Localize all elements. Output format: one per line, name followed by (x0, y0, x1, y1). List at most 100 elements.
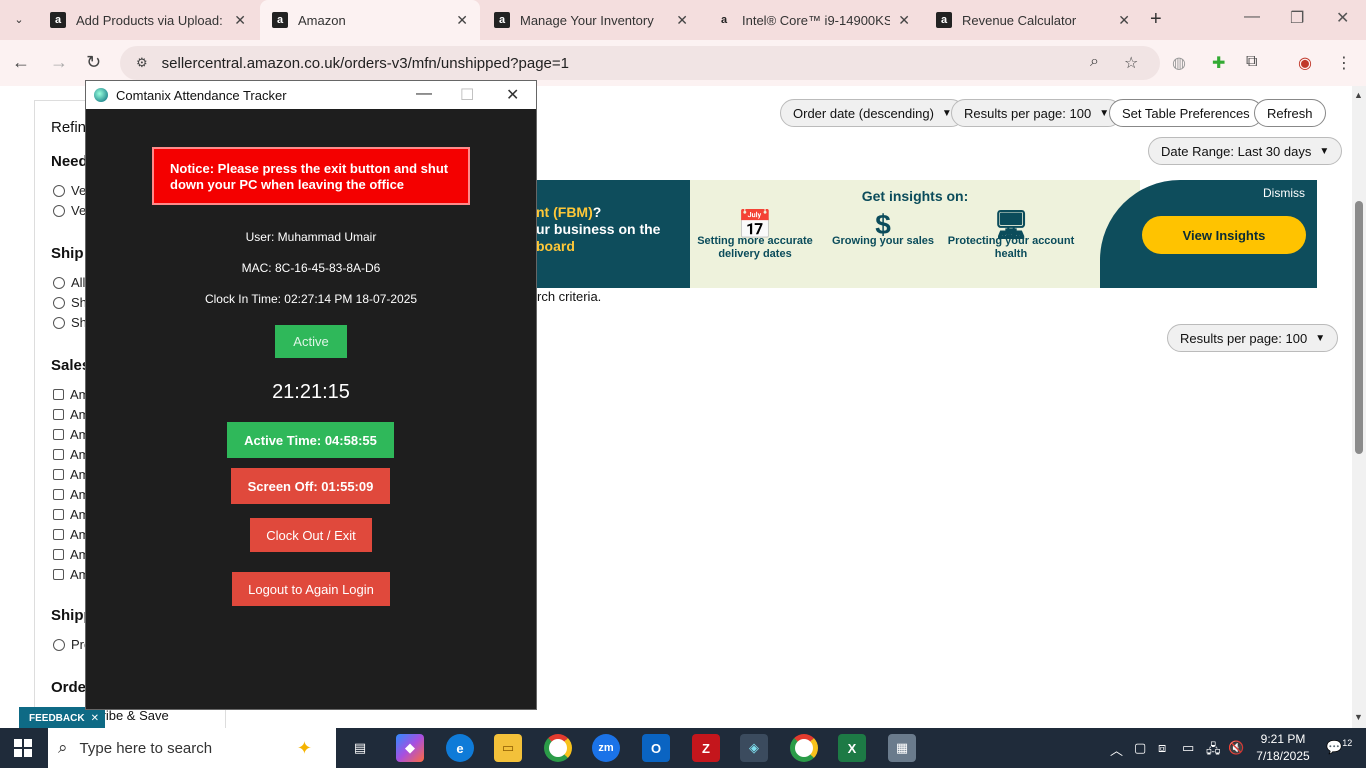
chevron-down-icon: ▼ (1099, 107, 1110, 119)
back-icon[interactable]: ← (12, 52, 30, 73)
insight-item: $ Growing your sales (818, 209, 948, 248)
tab-intel-core[interactable]: a Intel® Core™ i9-14900KS De ✕ (704, 0, 922, 40)
ship-by-option[interactable]: All (53, 275, 85, 290)
bookmark-star-icon[interactable]: ☆ (1124, 53, 1138, 73)
battery-icon[interactable]: ▭ (1182, 740, 1194, 756)
calculator-icon[interactable]: ▦ (888, 734, 916, 762)
taskbar-clock[interactable]: 9:21 PM 7/18/2025 (1248, 731, 1318, 765)
needs-option[interactable]: Ve (53, 183, 86, 198)
amazon-favicon-icon: a (50, 12, 66, 28)
chrome-icon[interactable] (544, 734, 572, 762)
scroll-down-icon[interactable]: ▼ (1354, 712, 1363, 722)
excel-icon[interactable]: X (838, 734, 866, 762)
fbm-question: ? (592, 204, 602, 220)
forward-icon[interactable]: → (50, 52, 68, 73)
task-view-icon[interactable]: ▤ (346, 734, 374, 762)
tab-revenue-calculator[interactable]: a Revenue Calculator ✕ (924, 0, 1142, 40)
exit-notice: Notice: Please press the exit button and… (152, 147, 470, 205)
close-tab-icon[interactable]: ✕ (1118, 12, 1130, 29)
attendance-tracker-window: Comtanix Attendance Tracker — ☐ ✕ Notice… (85, 80, 537, 710)
user-name: User: Muhammad Umair (245, 230, 377, 244)
extension-plus-icon[interactable]: ✚ (1212, 53, 1225, 73)
insights-banner: nt (FBM)? ur business on the board Get i… (530, 180, 1317, 288)
chevron-down-icon: ▼ (1315, 332, 1326, 344)
close-tab-icon[interactable]: ✕ (234, 12, 246, 29)
taskbar-search[interactable]: ⌕ Type here to search ✦ (48, 728, 336, 768)
checkbox-icon (53, 529, 64, 540)
tab-add-products[interactable]: a Add Products via Upload: Cl ✕ (38, 0, 258, 40)
close-tab-icon[interactable]: ✕ (676, 12, 688, 29)
translate-icon[interactable]: ◍ (1172, 53, 1186, 73)
windows-start-icon[interactable] (14, 739, 32, 757)
search-icon: ⌕ (58, 738, 68, 757)
tab-manage-inventory[interactable]: a Manage Your Inventory ✕ (482, 0, 700, 40)
money-hand-icon: $ (875, 209, 891, 240)
view-insights-button[interactable]: View Insights (1142, 216, 1306, 254)
file-explorer-icon[interactable]: ▭ (494, 734, 522, 762)
comtanix-app-icon (94, 88, 108, 102)
sort-dropdown[interactable]: Order date (descending) ▼ (780, 99, 965, 127)
copilot-icon[interactable]: ◆ (396, 734, 424, 762)
close-icon[interactable]: ✕ (91, 713, 99, 724)
url-bar[interactable]: ⚙ sellercentral.amazon.co.uk/orders-v3/m… (120, 46, 1160, 80)
ship-by-option[interactable]: Sh (53, 295, 87, 310)
url-text: sellercentral.amazon.co.uk/orders-v3/mfn… (161, 54, 569, 72)
vertical-scrollbar[interactable]: ▲ ▼ (1352, 86, 1366, 728)
close-window-icon[interactable]: ✕ (1336, 8, 1349, 28)
site-settings-icon[interactable]: ⚙ (136, 55, 148, 71)
extensions-puzzle-icon[interactable]: ⧉ (1246, 53, 1257, 71)
option-label: All (71, 275, 86, 290)
outlook-icon[interactable]: O (642, 734, 670, 762)
amazon-favicon-icon: a (494, 12, 510, 28)
maximize-icon[interactable]: ☐ (460, 85, 474, 105)
attendance-tracker-app-icon[interactable]: ◈ (740, 734, 768, 762)
tab-search-dropdown[interactable]: ⌄ (8, 10, 30, 30)
minimize-icon[interactable]: — (416, 85, 432, 103)
menu-kebab-icon[interactable]: ⋮ (1336, 53, 1352, 73)
logout-again-login-button[interactable]: Logout to Again Login (232, 572, 390, 606)
profile-icon[interactable]: ◉ (1298, 53, 1312, 73)
new-tab-button[interactable]: + (1150, 8, 1162, 31)
scrollbar-thumb[interactable] (1355, 201, 1363, 454)
notifications-icon[interactable]: 💬12 (1326, 738, 1352, 755)
results-per-page-dropdown-bottom[interactable]: Results per page: 100 ▼ (1167, 324, 1339, 352)
close-window-icon[interactable]: ✕ (506, 85, 519, 105)
set-table-preferences-button[interactable]: Set Table Preferences (1109, 99, 1263, 127)
zoom-icon[interactable]: ⌕ (1090, 53, 1099, 71)
subscribe-save-option[interactable]: cribe & Save (95, 708, 169, 723)
filezilla-icon[interactable]: Z (692, 734, 720, 762)
amazon-favicon-icon: a (936, 12, 952, 28)
needs-option[interactable]: Ve (53, 203, 86, 218)
network-icon[interactable]: 🖧 (1206, 740, 1221, 762)
reload-icon[interactable]: ↻ (86, 52, 101, 73)
volume-muted-icon[interactable]: 🔇 (1228, 740, 1244, 756)
feedback-tab[interactable]: FEEDBACK ✕ (19, 707, 105, 729)
notification-count: 12 (1342, 738, 1353, 748)
restore-icon[interactable]: ❐ (1290, 8, 1304, 28)
insight-label: Growing your sales (831, 235, 935, 247)
insight-item: 📅 Setting more accurate delivery dates (690, 211, 820, 261)
show-hidden-icons-icon[interactable]: ︿ (1110, 740, 1123, 759)
sort-label: Order date (descending) (793, 105, 934, 121)
insight-item: 🖥 Protecting your account health (946, 211, 1076, 261)
scroll-up-icon[interactable]: ▲ (1354, 90, 1363, 100)
dismiss-link[interactable]: Dismiss (1263, 186, 1305, 200)
browser-tab-bar: ⌄ a Add Products via Upload: Cl ✕ a Amaz… (0, 0, 1366, 40)
edge-icon[interactable]: e (446, 734, 474, 762)
screen-capture-icon[interactable]: ⧈ (1158, 740, 1166, 756)
tab-amazon[interactable]: a Amazon ✕ (260, 0, 480, 40)
zoom-app-icon[interactable]: zm (592, 734, 620, 762)
chrome-profile-icon[interactable] (790, 734, 818, 762)
close-tab-icon[interactable]: ✕ (456, 12, 468, 29)
meet-now-icon[interactable]: ▢ (1134, 740, 1146, 756)
close-tab-icon[interactable]: ✕ (898, 12, 910, 29)
radio-icon (53, 204, 65, 217)
minimize-icon[interactable]: — (1244, 8, 1260, 26)
refresh-button[interactable]: Refresh (1254, 99, 1326, 127)
fbm-promo-text: nt (FBM)? ur business on the board (530, 180, 690, 288)
clock-out-exit-button[interactable]: Clock Out / Exit (250, 518, 372, 552)
results-per-page-dropdown[interactable]: Results per page: 100 ▼ (951, 99, 1123, 127)
date-range-dropdown[interactable]: Date Range: Last 30 days ▼ (1148, 137, 1343, 165)
checkbox-icon (53, 489, 64, 500)
ship-by-option[interactable]: Sh (53, 315, 87, 330)
